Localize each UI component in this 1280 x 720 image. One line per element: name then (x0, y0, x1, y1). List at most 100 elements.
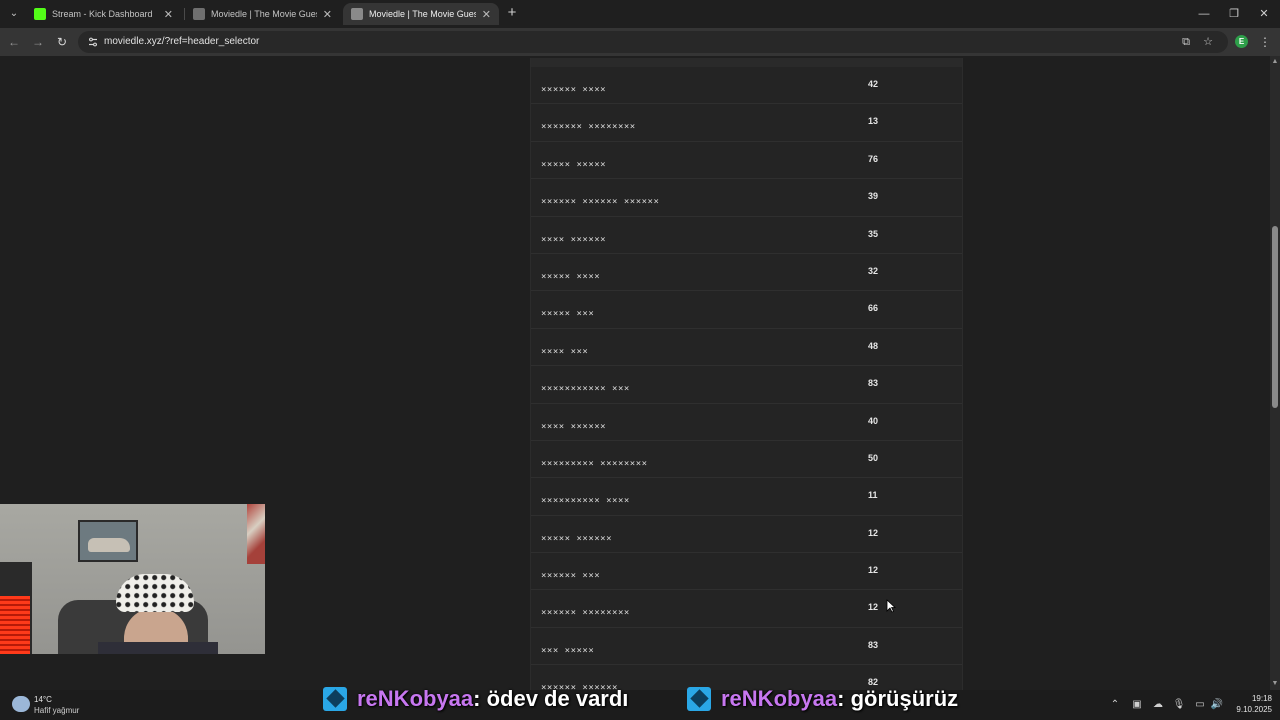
movie-title-hidden: ××××××××××× ××× (541, 384, 630, 395)
webcam-overlay (0, 504, 265, 654)
webcam-mic-rgb-light (0, 596, 30, 654)
movie-score: 40 (868, 415, 879, 426)
movie-score: 32 (868, 265, 879, 276)
weather-description[interactable]: Hafif yağmur (34, 706, 79, 715)
movie-score: 83 (868, 378, 879, 389)
site-info-icon[interactable] (87, 36, 99, 48)
chat-badge-icon (687, 687, 711, 711)
movie-score: 12 (868, 602, 879, 613)
close-tab-icon[interactable]: ✕ (323, 8, 332, 21)
movie-score: 76 (868, 153, 879, 164)
movie-score: 35 (868, 228, 879, 239)
tab-strip: ⌄ Stream - Kick Dashboard ✕ Moviedle | T… (0, 0, 1280, 28)
weather-rain-icon[interactable] (12, 696, 30, 712)
scroll-up-arrow-icon[interactable]: ▲ (1270, 58, 1280, 66)
chat-message-1: reNKobyaa : ödev de vardı (323, 684, 628, 714)
tab-label: Moviedle | The Movie Guessing (211, 9, 317, 19)
back-arrow-icon[interactable]: ← (6, 34, 22, 50)
result-row: ×××××× ×××××××× 12 (531, 590, 962, 628)
result-row: ××××× ××× 66 (531, 291, 962, 329)
result-row: ××××× ××××× 76 (531, 142, 962, 180)
kick-favicon-icon (34, 8, 46, 20)
restore-icon[interactable]: ❐ (1226, 6, 1242, 22)
result-row: ××××××××××× ××× 83 (531, 366, 962, 404)
movie-score: 83 (868, 639, 879, 650)
movie-title-hidden: ×××××× ×××××××× (541, 608, 630, 619)
movie-title-hidden: ××××× ××××× (541, 159, 607, 170)
tab-moviedle-1[interactable]: Moviedle | The Movie Guessing ✕ (185, 3, 340, 25)
taskbar-clock-date[interactable]: 9.10.2025 (1222, 705, 1272, 714)
chat-username: reNKobyaa (357, 686, 474, 711)
address-url: moviedle.xyz/?ref=header_selector (104, 36, 260, 47)
movie-score: 13 (868, 116, 879, 127)
movie-title-hidden: ×××× ××× (541, 346, 589, 357)
movie-score: 48 (868, 340, 879, 351)
tray-network-icon[interactable]: ▭ (1193, 698, 1207, 712)
result-row: ××××× ×××××× 12 (531, 516, 962, 554)
tab-kick-dashboard[interactable]: Stream - Kick Dashboard ✕ (26, 3, 181, 25)
reload-icon[interactable]: ↻ (54, 34, 70, 50)
webcam-wall-art (247, 504, 265, 564)
scroll-down-arrow-icon[interactable]: ▼ (1270, 680, 1280, 688)
webcam-person-shirt (98, 642, 218, 654)
forward-arrow-icon[interactable]: → (30, 34, 46, 50)
result-row: ×××××× ×××××× ×××××× 39 (531, 179, 962, 217)
result-row: ×××××××××× ×××× 11 (531, 478, 962, 516)
movie-score: 50 (868, 452, 879, 463)
movie-title-hidden: ×××× ×××××× (541, 421, 607, 432)
profile-avatar[interactable]: E (1235, 35, 1248, 48)
close-tab-icon[interactable]: ✕ (482, 8, 491, 21)
tab-search-chevron-icon[interactable]: ⌄ (6, 6, 22, 22)
page-scrollbar[interactable]: ▲ ▼ (1270, 56, 1280, 690)
chat-username: reNKobyaa (721, 686, 838, 711)
scrollbar-thumb[interactable] (1272, 226, 1278, 408)
tray-app-icon[interactable]: ▣ (1130, 698, 1144, 712)
result-row: ×××× ×××××× 40 (531, 404, 962, 441)
tray-microphone-icon[interactable]: 🎙 (1172, 698, 1186, 712)
install-app-icon[interactable]: ⧉ (1179, 35, 1193, 49)
chat-message-text: : görüşürüz (837, 686, 959, 711)
movie-score: 39 (868, 191, 879, 202)
taskbar-clock-time[interactable]: 19:18 (1236, 694, 1272, 703)
movie-score: 42 (868, 79, 879, 89)
result-row: ×××× ×××××× 35 (531, 217, 962, 254)
bookmark-star-icon[interactable]: ☆ (1201, 35, 1215, 49)
movie-title-hidden: ×××××××××× ×××× (541, 496, 630, 507)
result-row: ×××××× ×××× 42 (531, 67, 962, 105)
results-table: ×××××× ×××× 42 ××××××× ×××××××× 13 ××××× ×××… (530, 58, 963, 690)
webcam-person-hat (116, 574, 194, 612)
movie-title-hidden: ×××××× ×××××× ×××××× (541, 197, 660, 208)
tab-label: Stream - Kick Dashboard (52, 9, 153, 19)
result-row: ××××××× ×××××××× 13 (531, 104, 962, 142)
browser-toolbar: ← → ↻ moviedle.xyz/?ref=header_selector … (0, 28, 1280, 56)
movie-title-hidden: ××××× ×××× (541, 271, 601, 282)
movie-score: 66 (868, 303, 879, 314)
result-row: ×××× ××× 48 (531, 329, 962, 367)
result-row: ××××× ×××× 32 (531, 254, 962, 292)
minimize-icon[interactable]: — (1196, 6, 1212, 22)
result-row: ×××××× ××× 12 (531, 553, 962, 591)
close-window-icon[interactable]: ✕ (1256, 6, 1272, 22)
movie-title-hidden: ×××××× ××× (541, 571, 601, 582)
movie-title-hidden: ××××××× ×××××××× (541, 122, 636, 133)
moviedle-favicon-icon (351, 8, 363, 20)
close-tab-icon[interactable]: ✕ (164, 8, 173, 21)
poster-car (88, 538, 130, 552)
browser-menu-icon[interactable]: ⋮ (1258, 34, 1272, 50)
movie-title-hidden: ××××××××× ×××××××× (541, 458, 648, 469)
new-tab-plus-icon[interactable]: + (504, 5, 520, 21)
address-bar[interactable]: moviedle.xyz/?ref=header_selector ⧉ ☆ (78, 31, 1228, 53)
movie-title-hidden: ××× ××××× (541, 645, 595, 656)
weather-temperature[interactable]: 14°C (34, 695, 52, 704)
tab-label: Moviedle | The Movie Guessing (369, 9, 476, 19)
movie-title-hidden: ××××× ××× (541, 309, 595, 320)
result-row: ××××××××× ×××××××× 50 (531, 441, 962, 479)
tray-overflow-chevron-icon[interactable]: ⌃ (1108, 698, 1122, 712)
moviedle-favicon-icon (193, 8, 205, 20)
movie-title-hidden: ×××× ×××××× (541, 234, 607, 245)
movie-title-hidden: ××××× ×××××× (541, 533, 613, 544)
tab-moviedle-2[interactable]: Moviedle | The Movie Guessing ✕ (343, 3, 499, 25)
result-row: ××× ××××× 83 (531, 628, 962, 666)
chat-message-text: : ödev de vardı (473, 686, 629, 711)
tray-cloud-icon[interactable]: ☁ (1151, 698, 1165, 712)
